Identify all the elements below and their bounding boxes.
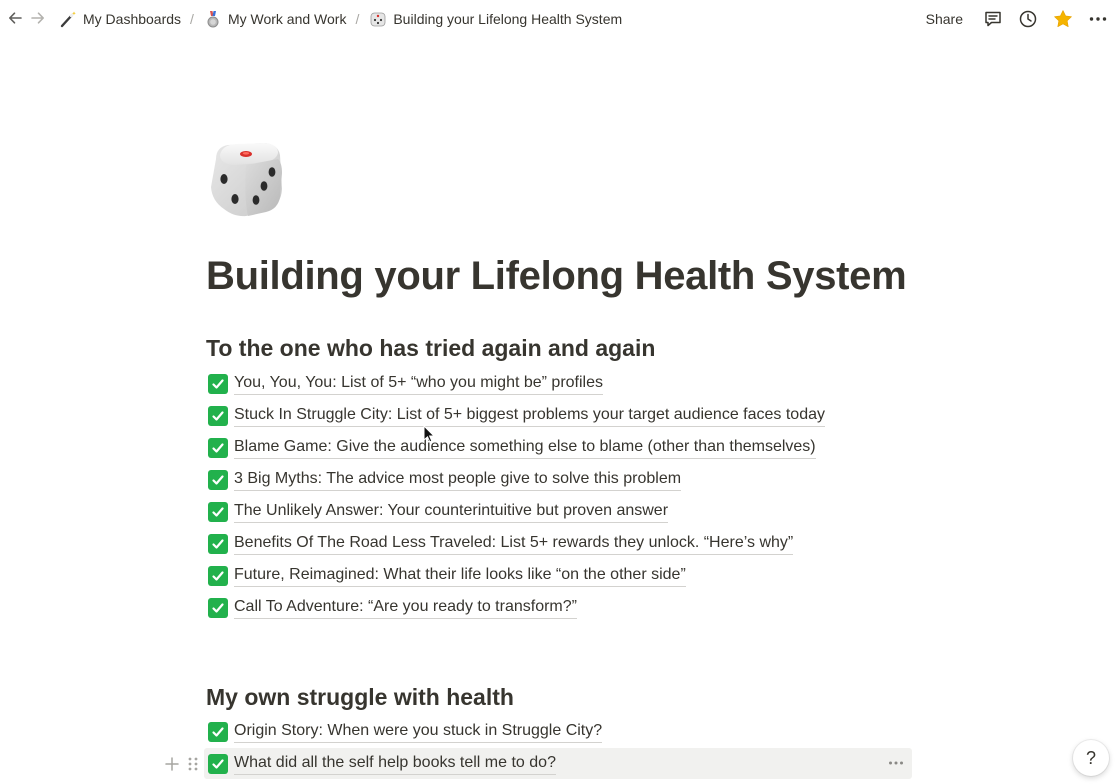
page-link[interactable]: You, You, You: List of 5+ “who you might… [234,373,603,395]
checkmark-icon [208,470,228,490]
top-bar: My Dashboards / My Work and Work / Build… [0,0,1117,38]
checkmark-icon [208,598,228,618]
list-item[interactable]: Future, Reimagined: What their life look… [208,563,686,589]
page-link[interactable]: Call To Adventure: “Are you ready to tra… [234,597,577,619]
page-link[interactable]: Blame Game: Give the audience something … [234,437,816,459]
checkmark-icon [208,406,228,426]
add-block-icon[interactable] [164,756,180,772]
page-link[interactable]: Stuck In Struggle City: List of 5+ bigge… [234,405,825,427]
top-right-actions: Share [926,0,1117,38]
block-more-icon[interactable] [886,755,906,771]
breadcrumb: My Dashboards / My Work and Work / Build… [58,0,622,38]
more-icon[interactable] [1087,8,1109,30]
checkmark-icon [208,438,228,458]
star-icon[interactable] [1052,8,1074,30]
list-item[interactable]: You, You, You: List of 5+ “who you might… [208,371,603,397]
breadcrumb-label: My Dashboards [83,11,182,27]
checkmark-icon [208,374,228,394]
breadcrumb-item-work[interactable]: My Work and Work [203,9,347,29]
list-item[interactable]: Benefits Of The Road Less Traveled: List… [208,531,794,557]
list-item[interactable]: What did all the self help books tell me… [208,751,556,777]
checkmark-icon [208,754,228,774]
magic-wand-icon [58,9,78,29]
list-item[interactable]: Call To Adventure: “Are you ready to tra… [208,595,577,621]
forward-arrow-icon[interactable] [29,9,47,27]
breadcrumb-separator: / [190,11,194,27]
page-link[interactable]: Future, Reimagined: What their life look… [234,565,686,587]
list-item[interactable]: 3 Big Myths: The advice most people give… [208,467,682,493]
breadcrumb-label: Building your Lifelong Health System [393,11,623,27]
list-item[interactable]: Blame Game: Give the audience something … [208,435,816,461]
back-arrow-icon[interactable] [6,9,24,27]
checkmark-icon [208,722,228,742]
page-link[interactable]: Benefits Of The Road Less Traveled: List… [234,533,794,555]
breadcrumb-item-dashboards[interactable]: My Dashboards [58,9,181,29]
breadcrumb-separator: / [355,11,360,27]
page-link[interactable]: Origin Story: When were you stuck in Str… [234,721,603,743]
list-item[interactable]: Stuck In Struggle City: List of 5+ bigge… [208,403,825,429]
mouse-cursor-icon [423,425,435,443]
page-link[interactable]: The Unlikely Answer: Your counterintuiti… [234,501,669,523]
section-heading[interactable]: My own struggle with health [206,682,514,712]
breadcrumb-item-current-page[interactable]: Building your Lifelong Health System [368,9,622,29]
drag-handle-icon[interactable] [187,756,199,772]
list-item[interactable]: Origin Story: When were you stuck in Str… [208,719,603,745]
section-heading[interactable]: To the one who has tried again and again [206,333,655,363]
checkmark-icon [208,534,228,554]
dice-icon [368,9,388,29]
medal-icon [203,9,223,29]
page-link[interactable]: 3 Big Myths: The advice most people give… [234,469,682,491]
clock-icon[interactable] [1017,8,1039,30]
checkmark-icon [208,566,228,586]
share-button[interactable]: Share [926,11,963,27]
list-item[interactable]: The Unlikely Answer: Your counterintuiti… [208,499,669,525]
checkmark-icon [208,502,228,522]
breadcrumb-label: My Work and Work [227,11,347,27]
page-link[interactable]: What did all the self help books tell me… [234,753,556,775]
page-dice-icon[interactable] [206,139,286,219]
help-button[interactable]: ? [1073,740,1109,776]
comment-icon[interactable] [982,8,1004,30]
page-title[interactable]: Building your Lifelong Health System [206,252,907,300]
